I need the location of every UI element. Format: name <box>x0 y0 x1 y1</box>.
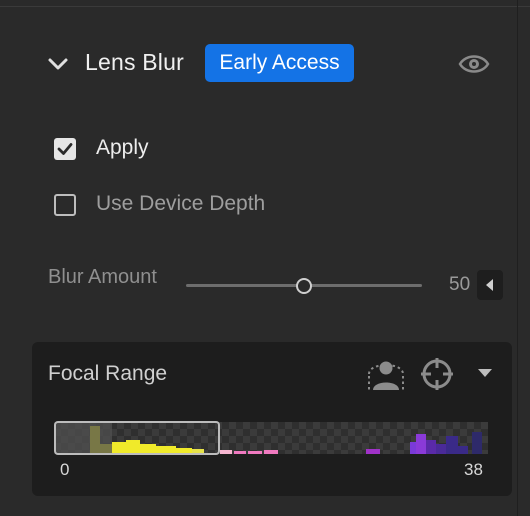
apply-label[interactable]: Apply <box>96 136 149 160</box>
histogram-bar <box>472 432 482 454</box>
use-device-depth-label[interactable]: Use Device Depth <box>96 192 265 216</box>
histogram-bar <box>264 450 278 454</box>
histogram-bar <box>248 451 262 454</box>
panel-title: Lens Blur <box>85 49 184 75</box>
histogram-bar <box>416 434 426 454</box>
histogram-bar <box>234 451 246 454</box>
chevron-down-icon[interactable] <box>46 52 70 76</box>
histogram-bar <box>436 444 446 454</box>
early-access-badge: Early Access <box>205 44 354 82</box>
top-divider <box>0 6 530 7</box>
blur-amount-slider-thumb[interactable] <box>296 278 312 294</box>
focal-range-min: 0 <box>60 460 70 479</box>
histogram-bar <box>410 442 416 454</box>
focal-range-selection[interactable] <box>54 421 220 455</box>
person-select-icon[interactable] <box>365 356 407 392</box>
histogram-bar <box>446 436 458 454</box>
blur-amount-value[interactable]: 50 <box>449 274 470 296</box>
blur-amount-stepper[interactable] <box>477 270 503 300</box>
histogram-bar <box>426 440 436 454</box>
target-icon[interactable] <box>418 356 456 392</box>
eye-icon[interactable] <box>458 50 490 78</box>
histogram-bar <box>458 446 468 454</box>
apply-checkbox[interactable] <box>54 138 76 160</box>
histogram-bar <box>366 449 380 454</box>
focal-range-max: 38 <box>464 460 483 479</box>
histogram-bar <box>220 450 232 454</box>
blur-amount-label: Blur Amount <box>48 266 157 288</box>
use-device-depth-checkbox[interactable] <box>54 194 76 216</box>
triangle-down-icon[interactable] <box>476 364 494 382</box>
focal-range-panel: Focal Range 0 38 <box>32 342 512 496</box>
triangle-left-icon <box>486 279 493 291</box>
focal-range-label: Focal Range <box>48 362 168 385</box>
